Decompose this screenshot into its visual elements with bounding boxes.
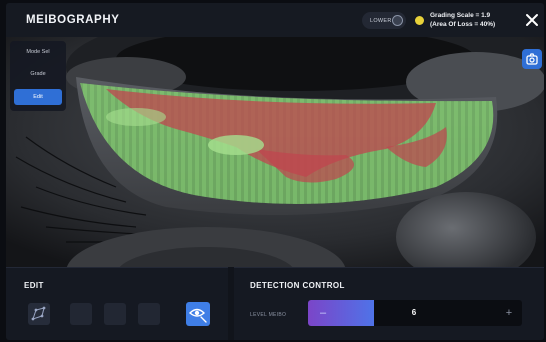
detection-control-panel: DETECTION CONTROL LEVEL MEIBO – 6 +: [234, 267, 544, 340]
mode-menu: Mode Sel Grade Edit: [10, 41, 66, 111]
detection-control-title: DETECTION CONTROL: [250, 281, 345, 290]
mode-item-edit[interactable]: Edit: [14, 89, 62, 105]
edit-tool-3-button[interactable]: [104, 303, 126, 325]
level-meibo-label: LEVEL MEIBO: [250, 312, 287, 318]
eye-icon: [188, 308, 207, 323]
close-button[interactable]: [524, 11, 540, 29]
grade-status-dot: [415, 16, 424, 25]
edit-tool-2-button[interactable]: [70, 303, 92, 325]
grading-scale: Grading Scale = 1.9: [430, 12, 491, 19]
edit-panel: EDIT: [6, 267, 228, 340]
toggle-knob-icon: [392, 15, 403, 26]
edit-panel-title: EDIT: [24, 281, 44, 290]
eyelid-toggle-label: LOWER: [370, 17, 392, 24]
eye-toggle-button[interactable]: [186, 302, 210, 326]
level-value: 6: [411, 308, 417, 317]
eyelid-toggle[interactable]: LOWER: [362, 12, 406, 29]
camera-icon: [526, 53, 538, 65]
increase-level-button[interactable]: +: [502, 300, 516, 326]
meibography-image: [6, 37, 544, 267]
mode-item-grade[interactable]: Grade: [10, 71, 66, 77]
snapshot-button[interactable]: [522, 49, 542, 69]
level-meibo-stepper[interactable]: – 6 +: [308, 300, 522, 326]
top-bar: MEIBOGRAPHY LOWER Grading Scale = 1.9 (A…: [6, 3, 544, 37]
meibography-image-viewport[interactable]: Mode Sel Grade Edit: [6, 37, 544, 267]
meibography-app: MEIBOGRAPHY LOWER Grading Scale = 1.9 (A…: [6, 3, 544, 340]
area-of-loss: (Area Of Loss = 40%): [430, 21, 496, 28]
app-title: MEIBOGRAPHY: [26, 14, 120, 26]
polygon-tool-button[interactable]: [28, 303, 50, 325]
close-icon: [526, 14, 538, 26]
mode-item-mode-sel[interactable]: Mode Sel: [10, 49, 66, 55]
decrease-level-button[interactable]: –: [316, 300, 330, 326]
grading-readout: Grading Scale = 1.9 (Area Of Loss = 40%): [430, 11, 495, 29]
polygon-icon: [31, 306, 46, 321]
edit-tool-4-button[interactable]: [138, 303, 160, 325]
